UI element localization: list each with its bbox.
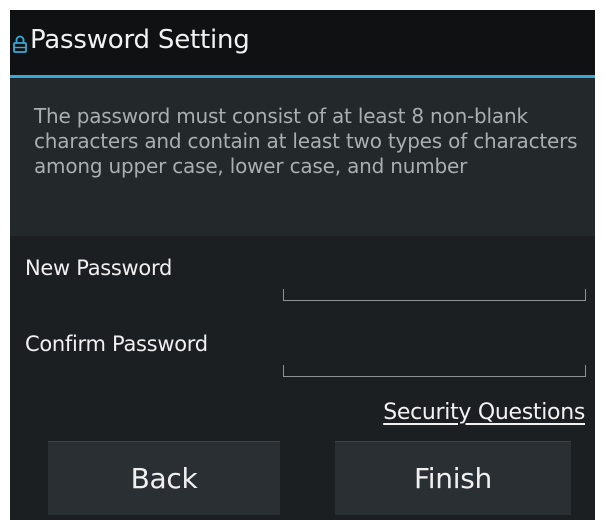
back-button[interactable]: Back: [48, 441, 280, 515]
dialog-title: Password Setting: [30, 25, 250, 55]
security-questions-link[interactable]: Security Questions: [383, 400, 585, 425]
password-requirements-text: The password must consist of at least 8 …: [34, 104, 578, 178]
new-password-input[interactable]: [283, 289, 586, 301]
form-area: New Password Confirm Password Security Q…: [10, 236, 595, 520]
message-area: The password must consist of at least 8 …: [10, 78, 595, 236]
confirm-password-label: Confirm Password: [25, 332, 208, 356]
new-password-label: New Password: [25, 256, 172, 280]
password-setting-dialog: Password Setting The password must consi…: [10, 10, 595, 520]
finish-button[interactable]: Finish: [335, 441, 571, 515]
title-bar: Password Setting: [10, 10, 595, 75]
lock-icon: [13, 34, 27, 54]
confirm-password-input[interactable]: [283, 365, 586, 377]
